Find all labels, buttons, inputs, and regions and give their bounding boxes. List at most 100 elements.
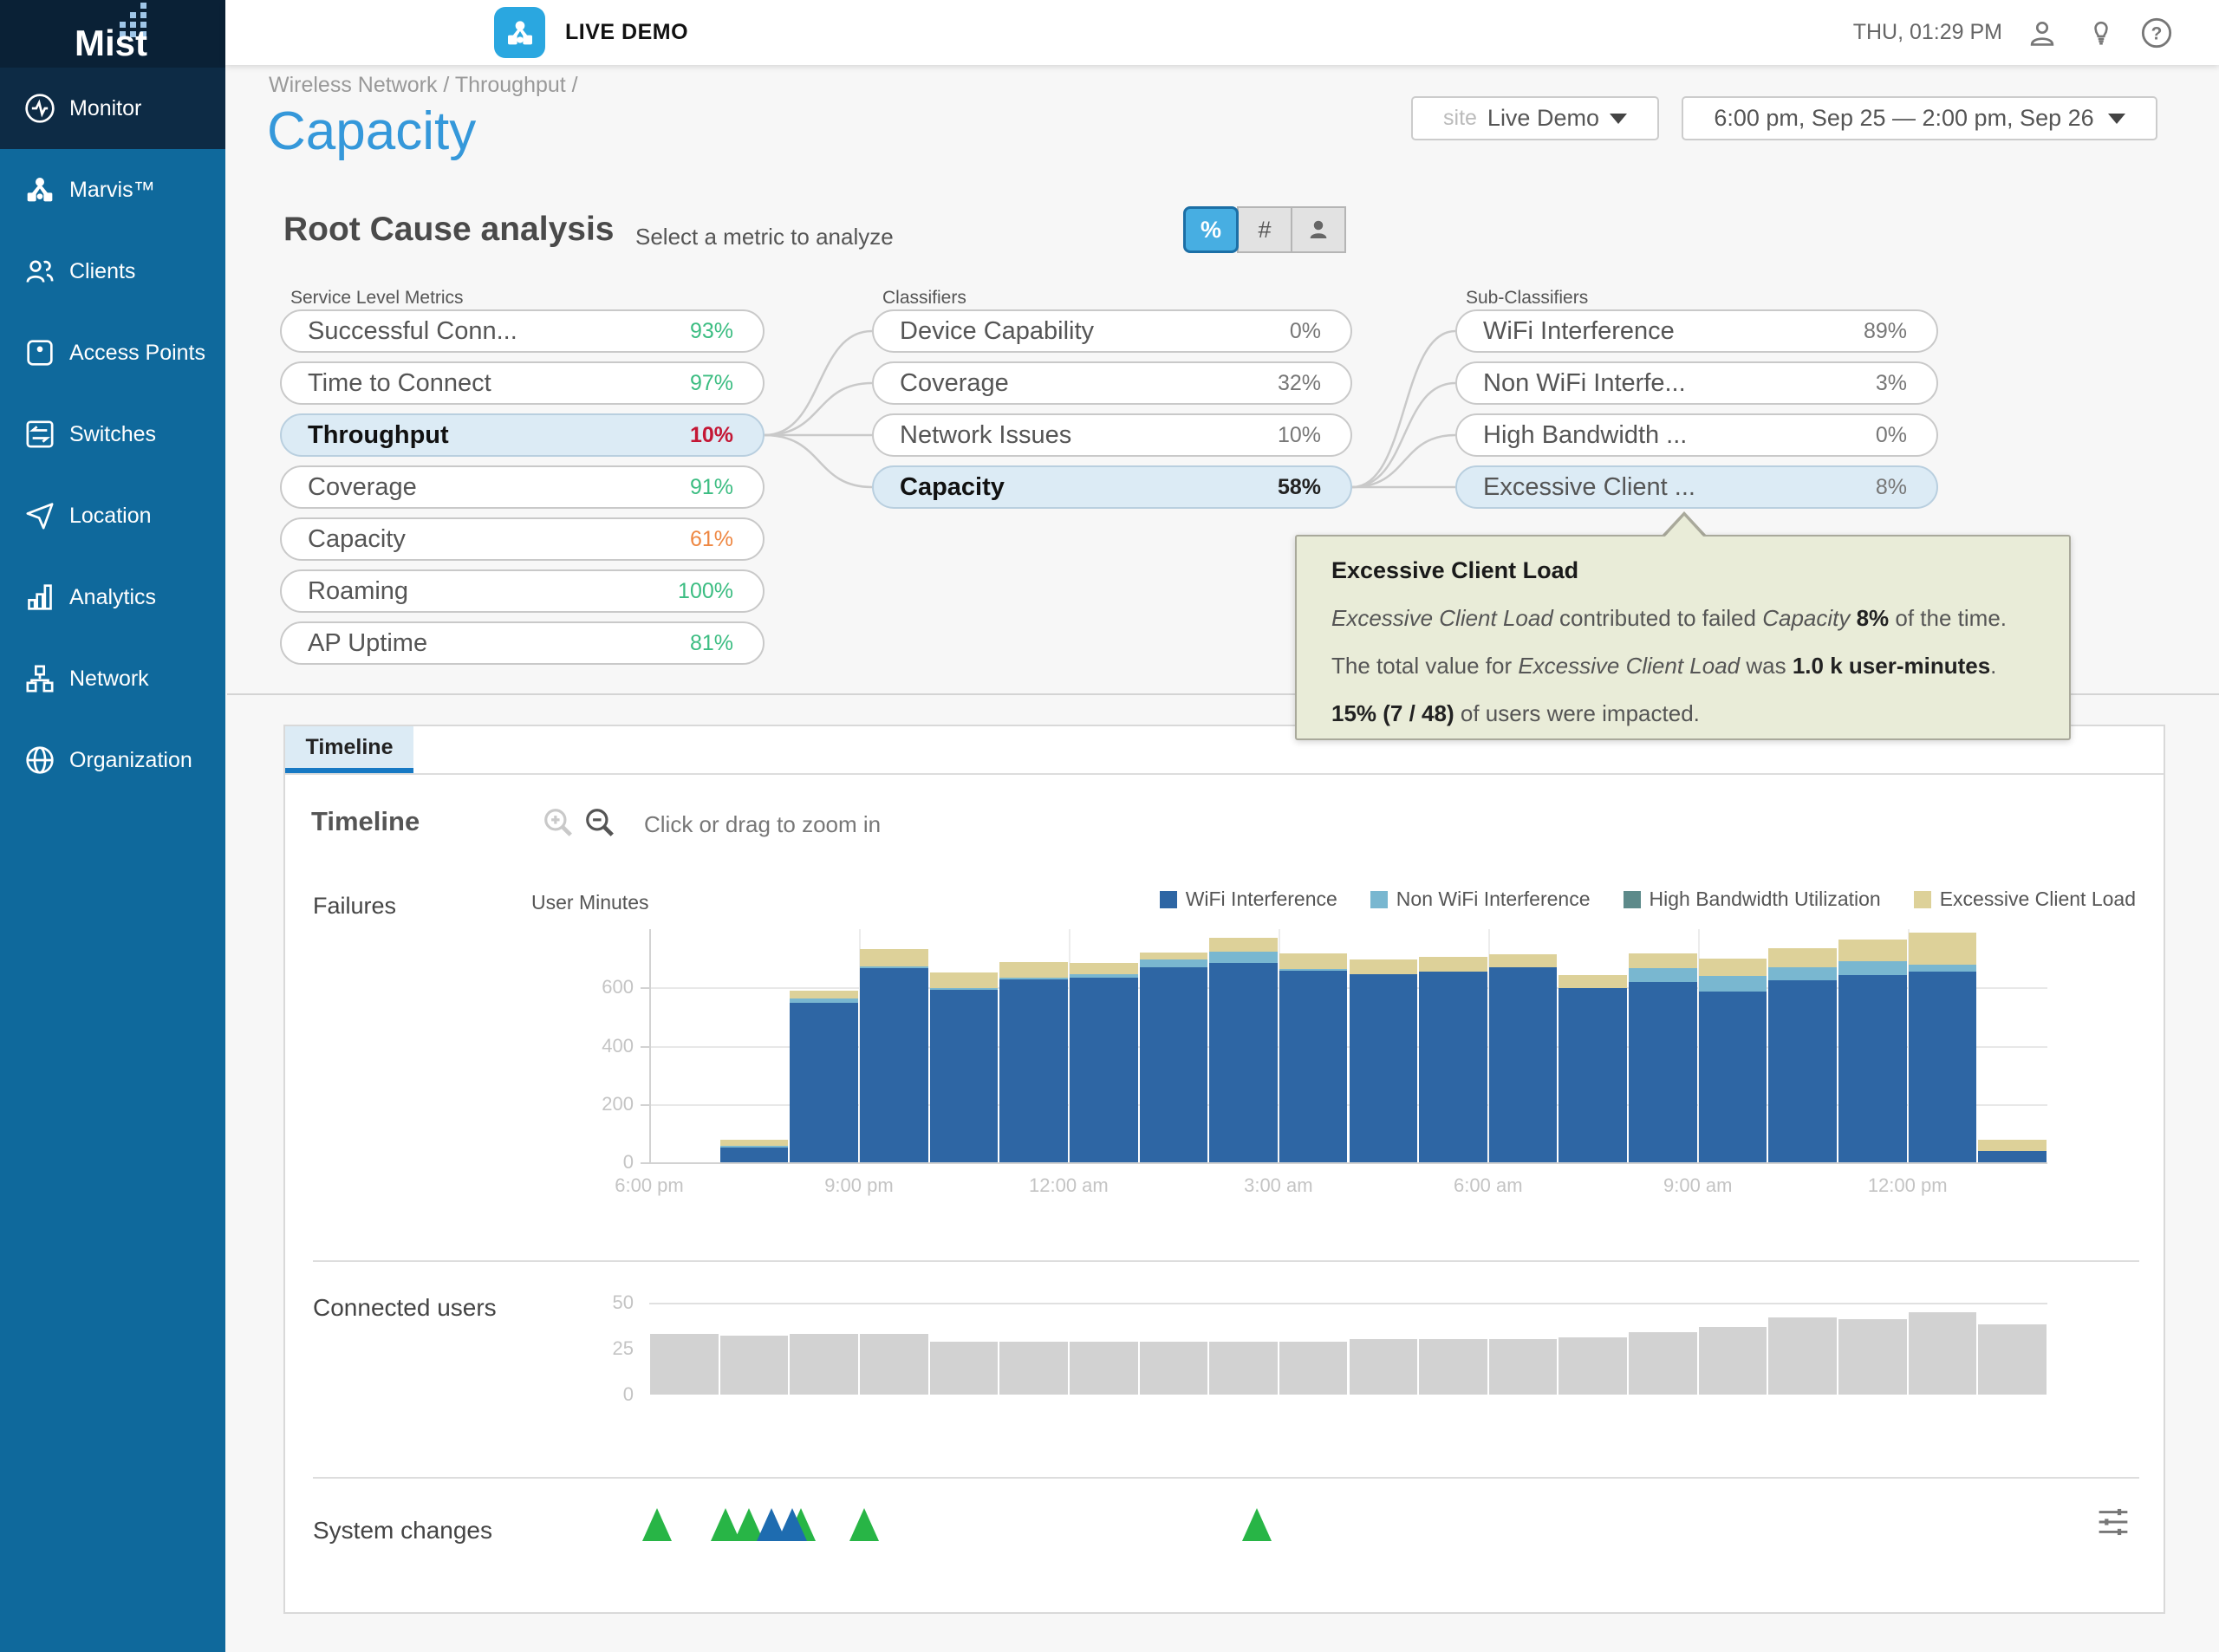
organization-icon (23, 743, 57, 777)
marvis-app-logo[interactable] (494, 7, 545, 58)
pill-value: 10% (690, 423, 733, 448)
system-change-marker[interactable] (849, 1508, 879, 1541)
sidebar-item-label: Analytics (69, 585, 156, 610)
column-header: Sub-Classifiers (1466, 288, 1588, 309)
failures-bar-segment (1629, 982, 1697, 1162)
page-title: Capacity (267, 101, 476, 162)
legend-item-non-wifi-interference[interactable]: Non WiFi Interference (1370, 888, 1591, 911)
y-tick-label: 0 (554, 1151, 634, 1174)
metric-pill-roaming[interactable]: Roaming100% (280, 569, 765, 613)
metric-pill-excessive-client[interactable]: Excessive Client ...8% (1455, 465, 1938, 509)
legend-item-wifi-interference[interactable]: WiFi Interference (1160, 888, 1337, 911)
failures-bar-segment (930, 972, 999, 987)
date-range-selector[interactable]: 6:00 pm, Sep 25 — 2:00 pm, Sep 26 (1682, 96, 2157, 140)
x-tick-label: 12:00 am (1017, 1174, 1121, 1197)
metric-pill-wifi-interference[interactable]: WiFi Interference89% (1455, 309, 1938, 353)
toggle-percent[interactable]: % (1183, 206, 1239, 253)
svg-text:?: ? (2151, 23, 2163, 43)
sidebar-item-label: Network (69, 667, 149, 692)
system-change-marker[interactable] (642, 1508, 672, 1541)
y-tick (641, 1046, 649, 1048)
sidebar-item-label: Switches (69, 422, 156, 447)
zoom-in-icon[interactable] (542, 806, 575, 839)
toggle-affected-users[interactable] (1291, 206, 1346, 253)
y-axis (649, 929, 651, 1162)
monitor-icon (23, 91, 57, 126)
metric-pill-coverage[interactable]: Coverage91% (280, 465, 765, 509)
whats-new-bulb-icon[interactable] (2086, 0, 2117, 65)
failures-bar-segment (1350, 974, 1418, 1162)
sidebar-item-network[interactable]: Network (0, 638, 225, 719)
x-tick-label: 9:00 am (1646, 1174, 1750, 1197)
metric-pill-high-bandwidth[interactable]: High Bandwidth ...0% (1455, 413, 1938, 457)
sidebar-item-location[interactable]: Location (0, 475, 225, 556)
connected-users-bar (790, 1334, 858, 1395)
metric-pill-successful-conn[interactable]: Successful Conn...93% (280, 309, 765, 353)
failures-bar-segment (1489, 967, 1558, 1162)
legend-swatch (1624, 891, 1641, 908)
failures-bar-segment (1909, 965, 1977, 971)
clients-icon (23, 254, 57, 289)
chevron-down-icon (2108, 114, 2125, 124)
pill-value: 0% (1876, 423, 1907, 448)
marvis-icon (23, 172, 57, 207)
sidebar-item-organization[interactable]: Organization (0, 719, 225, 801)
zoom-out-icon[interactable] (583, 806, 616, 839)
sidebar-item-label: Marvis™ (69, 178, 155, 203)
pill-label: AP Uptime (308, 629, 427, 658)
legend-item-high-bandwidth-utilization[interactable]: High Bandwidth Utilization (1624, 888, 1881, 911)
filter-sliders-icon[interactable] (2096, 1506, 2131, 1538)
failures-bar-segment (1629, 968, 1697, 982)
metric-pill-capacity[interactable]: Capacity58% (872, 465, 1352, 509)
metric-pill-ap-uptime[interactable]: AP Uptime81% (280, 621, 765, 665)
metric-pill-network-issues[interactable]: Network Issues10% (872, 413, 1352, 457)
sidebar-item-marvis[interactable]: Marvis™ (0, 149, 225, 231)
help-icon[interactable]: ? (2139, 0, 2174, 65)
pill-label: Excessive Client ... (1483, 473, 1695, 502)
tooltip-body: Excessive Client Load contributed to fai… (1331, 605, 2034, 727)
failures-bar-segment (1209, 938, 1278, 952)
legend-label: Non WiFi Interference (1396, 888, 1591, 911)
system-change-marker[interactable] (1242, 1508, 1272, 1541)
mist-logo[interactable]: Mist (0, 0, 225, 68)
pill-value: 0% (1290, 319, 1321, 344)
x-tick-label: 3:00 am (1227, 1174, 1331, 1197)
metric-pill-non-wifi-interfe[interactable]: Non WiFi Interfe...3% (1455, 361, 1938, 405)
x-tick-label: 6:00 am (1436, 1174, 1540, 1197)
location-icon (23, 498, 57, 533)
sidebar-item-analytics[interactable]: Analytics (0, 556, 225, 638)
system-change-marker[interactable] (778, 1508, 807, 1541)
sidebar-item-clients[interactable]: Clients (0, 231, 225, 312)
metric-unit-toggle: %# (1183, 206, 1346, 253)
pill-label: Time to Connect (308, 369, 491, 398)
legend-item-excessive-client-load[interactable]: Excessive Client Load (1914, 888, 2136, 911)
connected-users-bar (1070, 1342, 1138, 1395)
y-tick-label: 50 (554, 1291, 634, 1314)
user-minutes-axis-label: User Minutes (531, 891, 648, 914)
failures-bar-segment (1350, 959, 1418, 974)
metric-pill-time-to-connect[interactable]: Time to Connect97% (280, 361, 765, 405)
pill-value: 32% (1278, 371, 1321, 396)
tab-timeline[interactable]: Timeline (285, 726, 413, 773)
failures-bar-segment (999, 978, 1068, 979)
root-cause-title: Root Cause analysis (283, 211, 614, 249)
account-icon[interactable] (2026, 0, 2059, 65)
sidebar-item-monitor[interactable]: Monitor (0, 68, 225, 149)
sidebar-item-switches[interactable]: Switches (0, 393, 225, 475)
legend-label: Excessive Client Load (1940, 888, 2136, 911)
metric-pill-capacity[interactable]: Capacity61% (280, 517, 765, 561)
metric-pill-throughput[interactable]: Throughput10% (280, 413, 765, 457)
column-header: Service Level Metrics (290, 288, 464, 309)
legend-label: High Bandwidth Utilization (1650, 888, 1881, 911)
breadcrumb[interactable]: Wireless Network / Throughput / (269, 73, 578, 98)
metric-pill-coverage[interactable]: Coverage32% (872, 361, 1352, 405)
sidebar-item-access-points[interactable]: Access Points (0, 312, 225, 393)
toggle-count[interactable]: # (1237, 206, 1292, 253)
site-selector[interactable]: site Live Demo (1411, 96, 1659, 140)
pill-value: 61% (690, 527, 733, 552)
connected-users-bar (1489, 1339, 1558, 1395)
x-axis (649, 1162, 2047, 1164)
metric-pill-device-capability[interactable]: Device Capability0% (872, 309, 1352, 353)
failures-bar-segment (1909, 972, 1977, 1162)
pill-value: 100% (678, 579, 733, 604)
